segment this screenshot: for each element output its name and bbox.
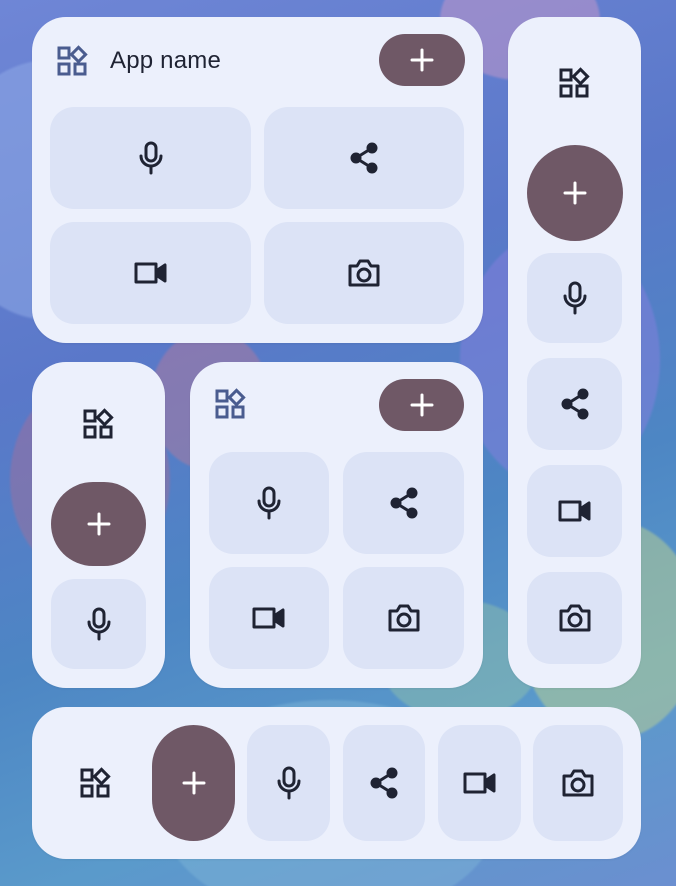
add-icon [562,180,588,206]
widget-medium [190,362,483,688]
add-icon [181,770,207,796]
camera-button[interactable] [264,222,464,324]
share-button[interactable] [343,452,464,554]
video-button[interactable] [438,725,521,841]
share-icon [348,141,380,175]
mic-button[interactable] [527,253,622,343]
apps-icon[interactable] [54,45,90,77]
camera-button[interactable] [527,572,622,664]
camera-icon [347,258,381,288]
videocam-icon [558,499,592,523]
add-button[interactable] [51,482,146,566]
videocam-icon [252,606,286,630]
camera-button[interactable] [343,567,464,669]
mic-button[interactable] [50,107,251,209]
mic-icon [86,607,112,641]
camera-icon [561,768,595,798]
app-name-label: App name [110,47,222,74]
apps-icon[interactable] [214,388,246,420]
share-icon [368,766,400,800]
add-button[interactable] [527,145,623,241]
add-icon [409,47,435,73]
share-button[interactable] [527,358,622,450]
video-button[interactable] [209,567,329,669]
mic-icon [256,486,282,520]
share-button[interactable] [343,725,425,841]
share-icon [559,387,591,421]
widget-horizontal [32,707,641,859]
add-button[interactable] [379,34,465,86]
video-button[interactable] [527,465,622,557]
add-icon [86,511,112,537]
mic-button[interactable] [209,452,329,554]
mic-button[interactable] [51,579,146,669]
apps-icon[interactable] [82,408,114,440]
mic-icon [138,141,164,175]
apps-icon[interactable] [79,767,111,799]
videocam-icon [463,771,497,795]
camera-button[interactable] [533,725,623,841]
camera-icon [387,603,421,633]
mic-icon [276,766,302,800]
camera-icon [558,603,592,633]
videocam-icon [134,261,168,285]
mic-button[interactable] [247,725,330,841]
add-button[interactable] [152,725,235,841]
add-icon [409,392,435,418]
widget-vertical-tall [508,17,641,688]
add-button[interactable] [379,379,464,431]
widget-vertical-small [32,362,165,688]
apps-icon[interactable] [558,67,590,99]
share-button[interactable] [264,107,464,209]
widget-large: App name [32,17,483,343]
mic-icon [562,281,588,315]
share-icon [388,486,420,520]
video-button[interactable] [50,222,251,324]
